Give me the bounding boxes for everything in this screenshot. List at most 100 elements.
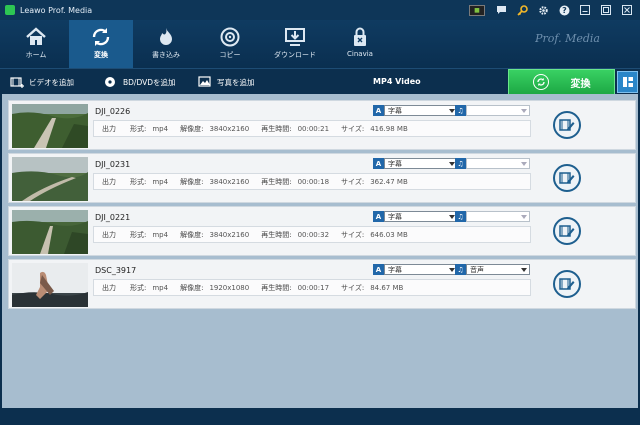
- format-label: 形式:: [130, 283, 147, 292]
- audio-select[interactable]: ♫ 音声: [455, 264, 530, 275]
- convert-icon: [90, 27, 112, 47]
- video-thumbnail[interactable]: [12, 104, 88, 148]
- subtitle-select[interactable]: A 字幕: [373, 211, 458, 222]
- duration-value: 00:00:17: [297, 283, 330, 292]
- file-info: 出力 形式: mp4 解像度: 1920x1080 再生時間: 00:00:17…: [93, 279, 531, 296]
- tab-cinavia[interactable]: Cinavia: [328, 20, 392, 68]
- title-bar: Leawo Prof. Media ■ ?: [0, 0, 640, 20]
- duration-label: 再生時間:: [261, 283, 292, 292]
- minimize-icon[interactable]: [576, 2, 594, 18]
- burn-icon: [155, 27, 177, 47]
- file-row[interactable]: DJI_0231 A 字幕 ♫ 出力 形式: mp4 解像度: 3840x216…: [8, 153, 636, 203]
- size-value: 362.47 MB: [370, 177, 408, 186]
- format-label: 形式:: [130, 177, 147, 186]
- resolution-value: 3840x2160: [209, 230, 250, 239]
- subtitle-value: 字幕: [388, 159, 402, 168]
- duration-value: 00:00:32: [297, 230, 330, 239]
- window-title: Leawo Prof. Media: [20, 5, 93, 15]
- gear-icon[interactable]: [534, 2, 552, 18]
- tab-label: 書き込み: [152, 51, 180, 59]
- resolution-value: 3840x2160: [209, 177, 250, 186]
- duration-value: 00:00:21: [297, 124, 330, 133]
- duration-label: 再生時間:: [261, 230, 292, 239]
- tab-download[interactable]: ダウンロード: [263, 20, 327, 68]
- music-note-icon: ♫: [455, 158, 466, 169]
- file-list: DJI_0226 A 字幕 ♫ 出力 形式: mp4 解像度: 3840x216…: [0, 94, 640, 408]
- main-nav: ホーム 変換 書き込み コピー ダウンロード Cinavia Prof. Med…: [0, 20, 640, 68]
- format-value: mp4: [152, 230, 169, 239]
- brand-logo: Prof. Media: [535, 32, 600, 45]
- convert-button[interactable]: 変換: [508, 69, 615, 95]
- tab-home[interactable]: ホーム: [4, 20, 68, 68]
- edit-button[interactable]: [553, 111, 581, 139]
- output-label: 出力: [102, 177, 116, 186]
- tab-convert[interactable]: 変換: [69, 20, 133, 68]
- size-label: サイズ:: [341, 124, 365, 133]
- file-row[interactable]: DSC_3917 A 字幕 ♫ 音声 出力 形式: mp4 解像度: 1920x…: [8, 259, 636, 309]
- chevron-down-icon: [521, 108, 527, 114]
- refresh-icon: [532, 74, 549, 90]
- size-label: サイズ:: [341, 177, 365, 186]
- convert-label: 変換: [570, 78, 591, 90]
- size-label: サイズ:: [341, 230, 365, 239]
- file-name: DSC_3917: [95, 266, 137, 275]
- file-name: DJI_0221: [95, 213, 131, 222]
- audio-select[interactable]: ♫: [455, 158, 530, 169]
- subtitle-icon: A: [373, 211, 384, 222]
- nvidia-icon[interactable]: ■: [469, 4, 485, 16]
- close-icon[interactable]: [618, 2, 636, 18]
- subtitle-select[interactable]: A 字幕: [373, 264, 458, 275]
- file-name: DJI_0231: [95, 160, 131, 169]
- file-name: DJI_0226: [95, 107, 131, 116]
- tab-label: Cinavia: [347, 50, 373, 58]
- file-row[interactable]: DJI_0221 A 字幕 ♫ 出力 形式: mp4 解像度: 3840x216…: [8, 206, 636, 256]
- format-label: 形式:: [130, 124, 147, 133]
- chat-icon[interactable]: [492, 2, 510, 18]
- edit-button[interactable]: [553, 164, 581, 192]
- key-icon[interactable]: [513, 2, 531, 18]
- toolbar: ビデオを追加 BD/DVDを追加 写真を追加 MP4 Video 変換: [0, 68, 640, 95]
- subtitle-select[interactable]: A 字幕: [373, 105, 458, 116]
- add-video-label: ビデオを追加: [29, 77, 74, 87]
- duration-label: 再生時間:: [261, 177, 292, 186]
- video-thumbnail[interactable]: [12, 157, 88, 201]
- cinavia-icon: [349, 27, 371, 47]
- home-icon: [25, 27, 47, 47]
- subtitle-icon: A: [373, 105, 384, 116]
- chevron-down-icon: [521, 214, 527, 220]
- panel-toggle-button[interactable]: [617, 71, 638, 93]
- duration-label: 再生時間:: [261, 124, 292, 133]
- app-logo-icon: [5, 5, 15, 15]
- edit-film-icon: [559, 278, 575, 290]
- edit-film-icon: [559, 172, 575, 184]
- audio-select[interactable]: ♫: [455, 211, 530, 222]
- add-photo-button[interactable]: 写真を追加: [198, 69, 255, 95]
- download-icon: [284, 27, 306, 47]
- maximize-icon[interactable]: [597, 2, 615, 18]
- add-disc-button[interactable]: BD/DVDを追加: [104, 69, 176, 95]
- tab-label: ホーム: [25, 51, 47, 59]
- edit-button[interactable]: [553, 270, 581, 298]
- tab-copy[interactable]: コピー: [198, 20, 262, 68]
- video-thumbnail[interactable]: [12, 263, 88, 307]
- edit-button[interactable]: [553, 217, 581, 245]
- svg-text:?: ?: [562, 6, 567, 15]
- size-value: 84.67 MB: [370, 283, 404, 292]
- audio-select[interactable]: ♫: [455, 105, 530, 116]
- output-format-selector[interactable]: MP4 Video: [373, 69, 421, 95]
- file-info: 出力 形式: mp4 解像度: 3840x2160 再生時間: 00:00:21…: [93, 120, 531, 137]
- tab-label: コピー: [219, 51, 241, 59]
- add-video-button[interactable]: ビデオを追加: [10, 69, 74, 95]
- tab-burn[interactable]: 書き込み: [134, 20, 198, 68]
- video-thumbnail[interactable]: [12, 210, 88, 254]
- panel-icon: [622, 77, 633, 87]
- photo-add-icon: [198, 76, 212, 88]
- subtitle-select[interactable]: A 字幕: [373, 158, 458, 169]
- disc-add-icon: [104, 76, 118, 88]
- chevron-down-icon: [521, 267, 527, 273]
- subtitle-value: 字幕: [388, 212, 402, 221]
- help-icon[interactable]: ?: [555, 2, 573, 18]
- file-row[interactable]: DJI_0226 A 字幕 ♫ 出力 形式: mp4 解像度: 3840x216…: [8, 100, 636, 150]
- size-label: サイズ:: [341, 283, 365, 292]
- resolution-label: 解像度:: [180, 283, 204, 292]
